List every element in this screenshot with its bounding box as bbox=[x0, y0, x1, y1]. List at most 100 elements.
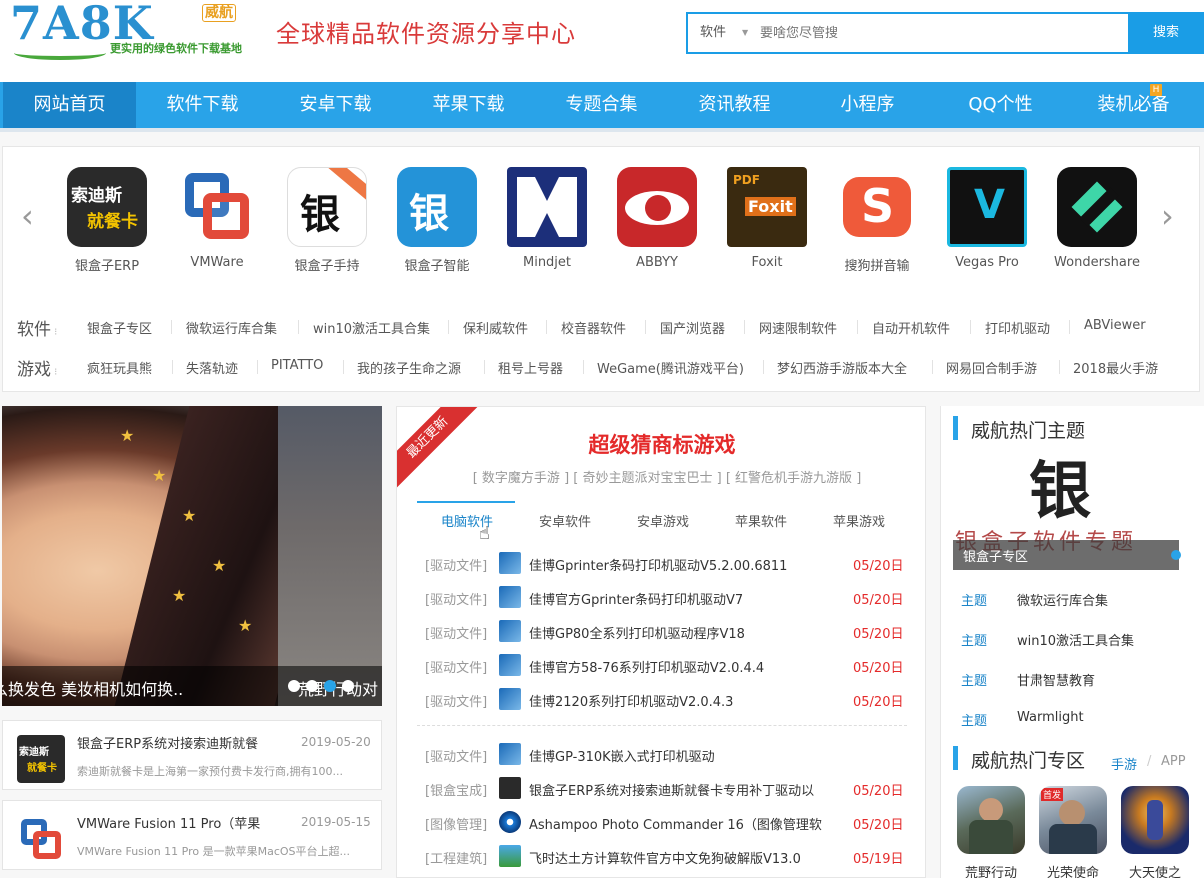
topic-name[interactable]: win10激活工具合集 bbox=[1017, 630, 1134, 649]
slider-dot[interactable] bbox=[306, 680, 318, 692]
slide-caption[interactable]: 么换发色 美妆相机如何换.. bbox=[2, 676, 183, 700]
list-item[interactable]: [驱动文件] 佳博GP-310K嵌入式打印机驱动 bbox=[425, 742, 905, 766]
game-item[interactable]: 荒野行动 bbox=[955, 786, 1027, 878]
item-category[interactable]: [驱动文件] bbox=[425, 691, 487, 710]
topic-name[interactable]: 微软运行库合集 bbox=[1017, 590, 1108, 609]
app-item-vmware[interactable]: VMWare bbox=[162, 167, 272, 270]
item-title[interactable]: 佳博GP80全系列打印机驱动程序V18 bbox=[529, 623, 841, 642]
hero-slider[interactable]: ★ ★ ★ ★ ★ ★ 么换发色 美妆相机如何换.. 荒野行动对 bbox=[2, 406, 382, 706]
tab-pc-software[interactable]: 电脑软件 bbox=[419, 511, 515, 530]
site-logo[interactable]: 7A8K 威航 更实用的绿色软件下载基地 bbox=[6, 0, 264, 62]
list-item[interactable]: [银盒宝成] 银盒子ERP系统对接索迪斯就餐卡专用补丁驱动以 05/20日 bbox=[425, 776, 905, 800]
feature-link[interactable]: 红警危机手游九游版 bbox=[735, 471, 852, 486]
feature-link[interactable]: 奇妙主题派对宝宝巴士 bbox=[582, 471, 712, 486]
tab-apple-games[interactable]: 苹果游戏 bbox=[811, 511, 907, 530]
item-title[interactable]: 佳博2120系列打印机驱动V2.0.4.3 bbox=[529, 691, 841, 710]
slider-dot-active[interactable] bbox=[324, 680, 336, 692]
item-title[interactable]: 飞时达土方计算软件官方中文免狗破解版V13.0 bbox=[529, 848, 841, 867]
item-category[interactable]: [图像管理] bbox=[425, 814, 487, 833]
news-card[interactable]: 索迪斯 就餐卡 银盒子ERP系统对接索迪斯就餐 2019-05-20 索迪斯就餐… bbox=[2, 720, 382, 790]
item-title[interactable]: 银盒子ERP系统对接索迪斯就餐卡专用补丁驱动以 bbox=[529, 780, 841, 799]
item-category[interactable]: [银盒宝成] bbox=[425, 780, 487, 799]
feature-title[interactable]: 超级猜商标游戏 bbox=[397, 429, 925, 459]
item-category[interactable]: [工程建筑] bbox=[425, 848, 487, 867]
tab-android-games[interactable]: 安卓游戏 bbox=[615, 511, 711, 530]
list-item[interactable]: [工程建筑] 飞时达土方计算软件官方中文免狗破解版V13.0 05/19日 bbox=[425, 844, 905, 868]
item-category[interactable]: [驱动文件] bbox=[425, 589, 487, 608]
item-category[interactable]: [驱动文件] bbox=[425, 555, 487, 574]
tab-apple-software[interactable]: 苹果软件 bbox=[713, 511, 809, 530]
tag-link[interactable]: 租号上号器 bbox=[498, 358, 563, 377]
nav-item-essentials[interactable]: 装机必备 bbox=[1067, 82, 1200, 128]
tag-link[interactable]: 梦幻西游手游版本大全 bbox=[777, 358, 907, 377]
theme-label[interactable]: 银盒子专区 bbox=[963, 546, 1028, 565]
app-item-yinhezi-smart[interactable]: 银 银盒子智能 bbox=[382, 167, 492, 274]
carousel-next-icon[interactable]: › bbox=[1161, 197, 1174, 235]
nav-item-apple[interactable]: 苹果下载 bbox=[402, 82, 535, 128]
tag-link[interactable]: win10激活工具合集 bbox=[313, 318, 430, 337]
tag-link[interactable]: ABViewer bbox=[1084, 318, 1146, 333]
item-category[interactable]: [驱动文件] bbox=[425, 657, 487, 676]
news-card[interactable]: VMWare Fusion 11 Pro（苹果 2019-05-15 VMWar… bbox=[2, 800, 382, 870]
item-title[interactable]: Ashampoo Photo Commander 16（图像管理软 bbox=[529, 814, 841, 833]
list-item[interactable]: [驱动文件] 佳博Gprinter条码打印机驱动V5.2.00.6811 05/… bbox=[425, 551, 905, 575]
topic-name[interactable]: Warmlight bbox=[1017, 710, 1084, 725]
app-item-yinhezi-erp[interactable]: 索迪斯 就餐卡 银盒子ERP bbox=[52, 167, 162, 274]
search-button[interactable]: 搜索 bbox=[1128, 12, 1204, 54]
list-item[interactable]: [图像管理] Ashampoo Photo Commander 16（图像管理软… bbox=[425, 810, 905, 834]
nav-item-software[interactable]: 软件下载 bbox=[136, 82, 269, 128]
list-item[interactable]: [驱动文件] 佳博官方Gprinter条码打印机驱动V7 05/20日 bbox=[425, 585, 905, 609]
app-item-vegas[interactable]: V Vegas Pro bbox=[932, 167, 1042, 270]
list-item[interactable]: [驱动文件] 佳博GP80全系列打印机驱动程序V18 05/20日 bbox=[425, 619, 905, 643]
item-title[interactable]: 佳博官方58-76系列打印机驱动V2.0.4.4 bbox=[529, 657, 841, 676]
tag-link[interactable]: 自动开机软件 bbox=[872, 318, 950, 337]
item-title[interactable]: 佳博官方Gprinter条码打印机驱动V7 bbox=[529, 589, 841, 608]
app-item-mindjet[interactable]: Mindjet bbox=[492, 167, 602, 270]
game-item[interactable]: 首发 光荣使命 bbox=[1037, 786, 1109, 878]
nav-item-topics[interactable]: 专题合集 bbox=[535, 82, 668, 128]
nav-item-miniprogram[interactable]: 小程序 bbox=[801, 82, 934, 128]
tag-link[interactable]: 保利威软件 bbox=[463, 318, 528, 337]
carousel-prev-icon[interactable]: ‹ bbox=[21, 197, 34, 235]
nav-item-home[interactable]: 网站首页 bbox=[3, 82, 136, 128]
topic-name[interactable]: 甘肃智慧教育 bbox=[1017, 670, 1095, 689]
app-item-wondershare[interactable]: Wondershare bbox=[1042, 167, 1152, 270]
tag-link[interactable]: 银盒子专区 bbox=[87, 318, 152, 337]
nav-item-news[interactable]: 资讯教程 bbox=[668, 82, 801, 128]
tag-link[interactable]: WeGame(腾讯游戏平台) bbox=[597, 358, 744, 377]
item-title[interactable]: 佳博GP-310K嵌入式打印机驱动 bbox=[529, 746, 841, 765]
item-title[interactable]: 佳博Gprinter条码打印机驱动V5.2.00.6811 bbox=[529, 555, 841, 574]
tag-link[interactable]: 网速限制软件 bbox=[759, 318, 837, 337]
nav-item-qq[interactable]: QQ个性 bbox=[934, 82, 1067, 128]
slider-dot[interactable] bbox=[288, 680, 300, 692]
list-item[interactable]: [驱动文件] 佳博2120系列打印机驱动V2.0.4.3 05/20日 bbox=[425, 687, 905, 711]
app-item-abbyy[interactable]: ABBYY bbox=[602, 167, 712, 270]
tag-link[interactable]: 校音器软件 bbox=[561, 318, 626, 337]
search-input[interactable] bbox=[760, 14, 1124, 52]
app-item-yinhezi-pos[interactable]: 银 银盒子手持 bbox=[272, 167, 382, 274]
game-item[interactable]: 大天使之 bbox=[1119, 786, 1191, 878]
app-item-sogou[interactable]: S 搜狗拼音输 bbox=[822, 167, 932, 274]
tag-link[interactable]: 打印机驱动 bbox=[985, 318, 1050, 337]
tag-link[interactable]: 2018最火手游 bbox=[1073, 358, 1158, 377]
tag-link[interactable]: 疯狂玩具熊 bbox=[87, 358, 152, 377]
app-item-foxit[interactable]: PDF Foxit Foxit bbox=[712, 167, 822, 270]
tab-mobile-games[interactable]: 手游 bbox=[1111, 754, 1137, 773]
tag-link[interactable]: 我的孩子生命之源 bbox=[357, 358, 461, 377]
tag-link[interactable]: 失落轨迹 bbox=[186, 358, 238, 377]
theme-slider-dot[interactable] bbox=[1171, 550, 1181, 560]
news-title[interactable]: 银盒子ERP系统对接索迪斯就餐 bbox=[77, 733, 258, 752]
slider-dot[interactable] bbox=[342, 680, 354, 692]
tag-link[interactable]: 网易回合制手游 bbox=[946, 358, 1037, 377]
tab-apps[interactable]: APP bbox=[1161, 754, 1186, 769]
item-category[interactable]: [驱动文件] bbox=[425, 746, 487, 765]
nav-item-android[interactable]: 安卓下载 bbox=[269, 82, 402, 128]
list-item[interactable]: [驱动文件] 佳博官方58-76系列打印机驱动V2.0.4.4 05/20日 bbox=[425, 653, 905, 677]
news-title[interactable]: VMWare Fusion 11 Pro（苹果 bbox=[77, 813, 260, 832]
item-category[interactable]: [驱动文件] bbox=[425, 623, 487, 642]
tag-link[interactable]: PITATTO bbox=[271, 358, 323, 373]
tag-link[interactable]: 微软运行库合集 bbox=[186, 318, 277, 337]
feature-link[interactable]: 数字魔方手游 bbox=[482, 471, 560, 486]
tab-android-software[interactable]: 安卓软件 bbox=[517, 511, 613, 530]
search-category-select[interactable]: 软件 ▼ bbox=[688, 14, 756, 52]
